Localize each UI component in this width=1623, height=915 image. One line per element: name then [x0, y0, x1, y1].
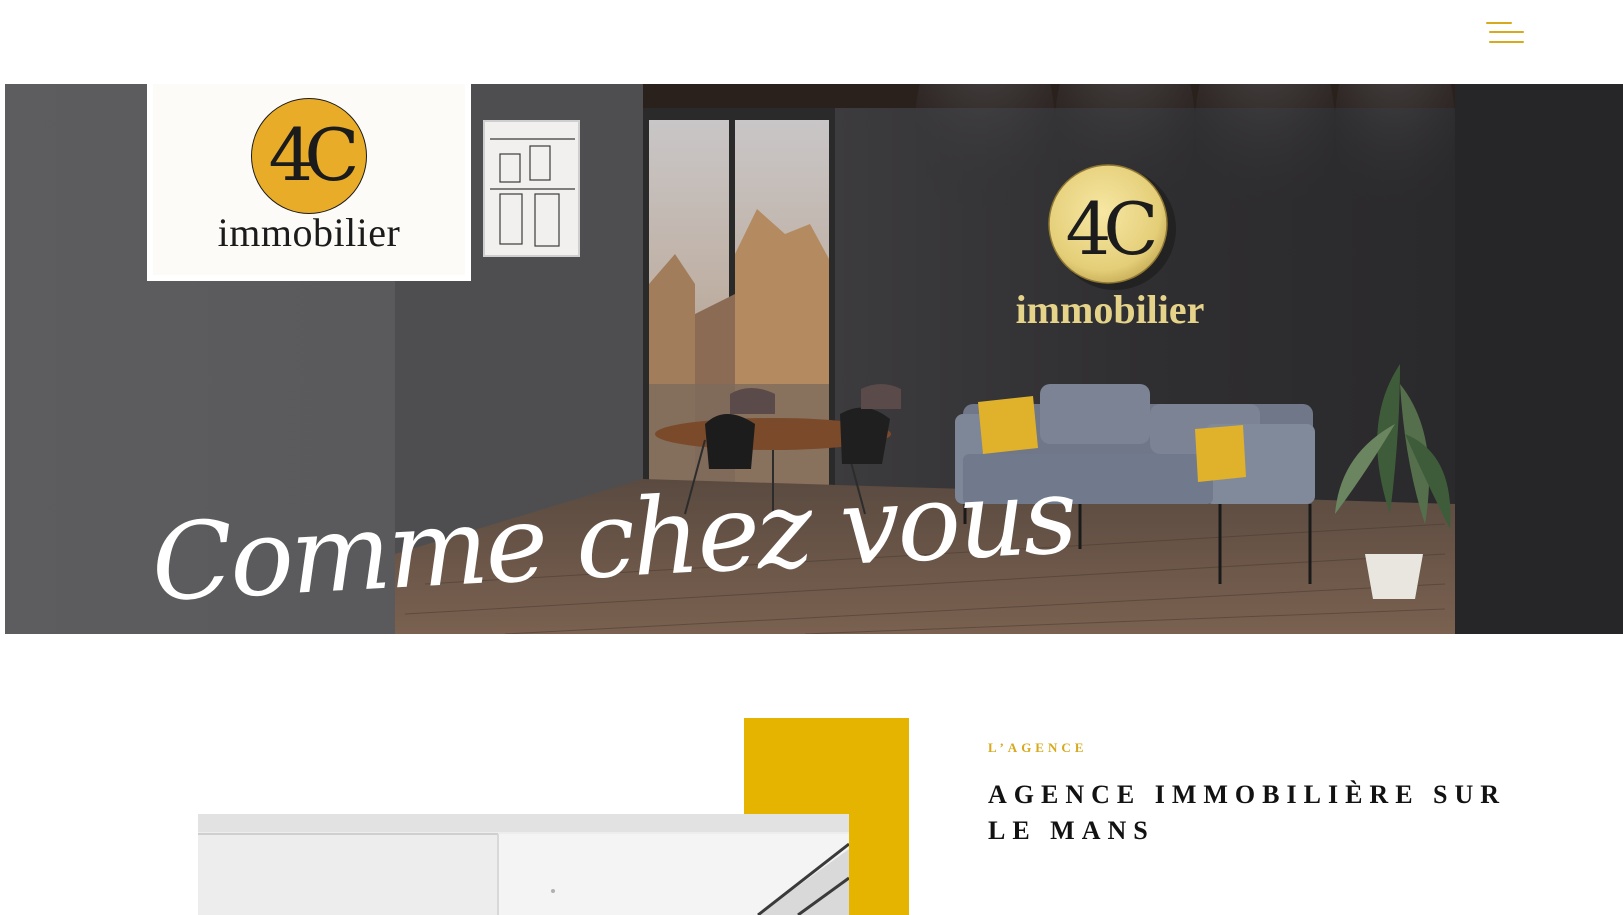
- agency-interior-photo: [198, 814, 849, 915]
- site-logo[interactable]: 4C immobilier: [147, 84, 471, 281]
- menu-line: [1489, 41, 1524, 43]
- hero-banner: 4C immobilier 4C immobilier Comme chez v…: [5, 84, 1623, 634]
- menu-line: [1489, 31, 1524, 33]
- logo-wordmark: immobilier: [217, 210, 401, 255]
- svg-text:immobilier: immobilier: [1016, 287, 1205, 332]
- logo-mark: 4C: [268, 113, 360, 197]
- hamburger-menu-icon[interactable]: [1486, 20, 1524, 48]
- section-eyebrow: L’AGENCE: [988, 740, 1088, 755]
- menu-line: [1486, 22, 1512, 24]
- svg-text:4C: 4C: [1066, 187, 1155, 271]
- section-title: AGENCE IMMOBILIÈRE SUR LE MANS: [988, 780, 1507, 845]
